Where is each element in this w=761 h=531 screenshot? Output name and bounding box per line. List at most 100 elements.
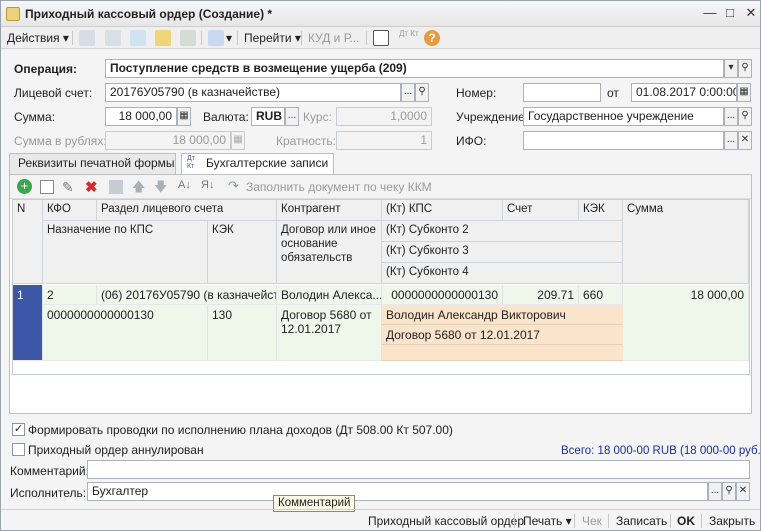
col-header-account[interactable]: Счет [503,200,579,221]
cell-purpose[interactable]: 0000000000000130 [43,305,208,361]
annulled-checkbox[interactable] [12,443,25,456]
structure-icon[interactable] [208,30,224,46]
calendar-icon[interactable]: ▦ [737,83,751,102]
col-header-n[interactable]: N [13,200,43,284]
refresh-icon[interactable] [130,30,146,46]
delete-row-icon[interactable]: ✖ [85,178,98,196]
col-header-sum[interactable]: Сумма [623,200,749,284]
kud-button[interactable]: КУД и Р... [308,30,359,46]
currency-select-button[interactable]: ... [285,107,299,126]
account-select-button[interactable]: ... [401,83,415,102]
comment-field[interactable] [87,460,750,479]
cell-account[interactable]: 209.71 [503,285,579,305]
account-search-icon[interactable]: ⚲ [415,83,429,102]
copy-icon[interactable] [105,30,121,46]
close-window-button[interactable]: ✕ [742,5,760,21]
col-header-kt-kps[interactable]: (Кт) КПС [382,200,503,221]
fill-by-check-button[interactable]: Заполнить документ по чеку ККМ [246,180,432,194]
cell-kek-top[interactable]: 660 [579,285,623,305]
tab-print-form[interactable]: Реквизиты печатной формы [9,153,176,174]
footer-separator [670,514,671,528]
print-menu[interactable]: Печать ▾ [523,514,572,528]
operation-search-icon[interactable]: ⚲ [738,59,752,78]
operation-dropdown-button[interactable]: ▾ [724,59,738,78]
cell-subconto4[interactable] [382,345,623,361]
currency-field[interactable]: RUB [251,107,285,126]
new-doc-icon[interactable] [79,30,95,46]
col-header-contract[interactable]: Договор или иное основание обязательств [277,221,382,284]
executor-clear-icon[interactable]: ✕ [736,482,750,501]
cell-kek[interactable]: 130 [208,305,277,361]
edit-row-icon[interactable]: ✎ [62,179,74,196]
cell-sum[interactable]: 18 000,00 [623,285,749,361]
col-header-subconto3[interactable]: (Кт) Субконто 3 [382,242,623,263]
cell-n[interactable]: 1 [13,285,43,361]
executor-field[interactable]: Бухгалтер [87,482,708,501]
cell-subconto2[interactable]: Володин Александр Викторович [382,305,623,325]
account-field[interactable]: 20176У05790 (в казначействе) [105,83,401,102]
copy-row-icon[interactable] [40,180,54,194]
date-field[interactable]: 01.08.2017 0:00:00 [631,83,737,102]
goto-menu[interactable]: Перейти ▾ [244,30,301,46]
col-header-subconto4[interactable]: (Кт) Субконто 4 [382,263,623,284]
cell-subconto3[interactable]: Договор 5680 от 12.01.2017 [382,325,623,345]
dtkt-icon[interactable]: Дт Кт [399,30,419,46]
check-button[interactable]: Чек [582,514,602,528]
report-icon[interactable] [373,30,389,46]
cell-contract[interactable]: Договор 5680 от 12.01.2017 [277,305,382,361]
institution-search-icon[interactable]: ⚲ [738,107,752,126]
add-row-icon[interactable]: + [17,179,32,194]
actions-menu[interactable]: Действия ▾ [7,30,69,46]
sum-field[interactable]: 18 000,00 [105,107,177,126]
ifo-clear-icon[interactable]: ✕ [738,131,752,150]
calculator-icon: ▦ [231,131,245,150]
institution-select-button[interactable]: ... [724,107,738,126]
col-header-kek[interactable]: КЭК [208,221,277,284]
footer-separator [608,514,609,528]
cell-section[interactable]: (06) 20176У05790 (в казначейст... [97,285,277,305]
col-header-kfo[interactable]: КФО [43,200,97,221]
accounting-entries-panel: + ✎ ✖ 🡅 🡇 А↓ Я↓ ↷ Заполнить документ по … [9,174,752,414]
entries-table[interactable]: N КФО Раздел лицевого счета Контрагент (… [12,199,750,375]
sum-rub-field: 18 000,00 [105,131,231,150]
operation-field[interactable]: Поступление средств в возмещение ущерба … [105,59,724,78]
document-icon [6,7,20,21]
move-down-icon[interactable]: 🡇 [154,178,167,200]
move-up-icon[interactable]: 🡅 [132,178,145,200]
operation-label: Операция: [14,62,78,76]
form-entries-checkbox[interactable]: ✓ [12,423,25,436]
col-header-subconto2[interactable]: (Кт) Субконто 2 [382,221,623,242]
cell-kfo[interactable]: 2 [43,285,97,305]
col-header-section[interactable]: Раздел лицевого счета [97,200,277,221]
maximize-button[interactable]: □ [721,5,739,21]
executor-search-icon[interactable]: ⚲ [722,482,736,501]
ifo-select-button[interactable]: ... [724,131,738,150]
print-order-button[interactable]: Приходный кассовый ордер [368,514,524,528]
cell-contractor[interactable]: Володин Алекса... [277,285,382,305]
account-label: Лицевой счет: [14,86,93,100]
minimize-button[interactable]: — [701,5,719,21]
col-header-purpose[interactable]: Назначение по КПС [43,221,208,284]
sort-asc-icon[interactable]: А↓ [178,179,191,191]
help-icon[interactable]: ? [424,30,440,46]
col-header-kek-top[interactable]: КЭК [579,200,623,221]
close-button[interactable]: Закрыть [709,514,755,528]
end-edit-icon[interactable] [109,180,123,194]
col-header-contractor[interactable]: Контрагент [277,200,382,221]
footer-separator [701,514,702,528]
ok-button[interactable]: OK [677,514,695,528]
calculator-icon[interactable]: ▦ [177,107,191,126]
structure-dropdown[interactable]: ▾ [226,30,232,46]
unpost-icon[interactable] [180,30,196,46]
post-icon[interactable] [155,30,171,46]
executor-select-button[interactable]: ... [708,482,722,501]
document-window: Приходный кассовый ордер (Создание) * — … [0,0,761,531]
ifo-field[interactable] [523,131,724,150]
cell-kt-kps[interactable]: 0000000000000130 [382,285,503,305]
number-field[interactable] [523,83,601,102]
save-button[interactable]: Записать [616,514,667,528]
sort-desc-icon[interactable]: Я↓ [201,179,214,191]
sum-label: Сумма: [14,110,56,124]
tab-accounting-entries[interactable]: Дт Кт Бухгалтерские записи [181,153,334,175]
institution-field[interactable]: Государственное учреждение [523,107,724,126]
